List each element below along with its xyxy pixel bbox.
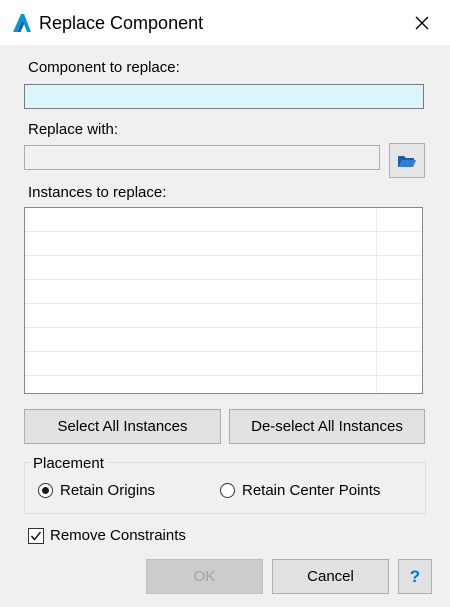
retain-center-points-radio[interactable] xyxy=(220,483,235,498)
window-title: Replace Component xyxy=(39,13,204,33)
replace-with-label: Replace with: xyxy=(28,121,119,138)
remove-constraints-checkbox[interactable] xyxy=(28,528,44,544)
list-row[interactable] xyxy=(25,280,422,304)
component-to-replace-label: Component to replace: xyxy=(28,59,180,76)
instances-to-replace-label: Instances to replace: xyxy=(28,184,167,201)
folder-open-icon xyxy=(398,156,416,167)
ok-button[interactable]: OK xyxy=(146,559,263,594)
retain-origins-radio[interactable] xyxy=(38,483,53,498)
placement-title: Placement xyxy=(30,455,107,472)
list-row[interactable] xyxy=(25,352,422,376)
help-button[interactable]: ? xyxy=(398,559,432,594)
column-divider xyxy=(376,208,377,393)
select-all-instances-button[interactable]: Select All Instances xyxy=(24,409,221,444)
deselect-all-instances-button[interactable]: De-select All Instances xyxy=(229,409,425,444)
replace-with-field[interactable] xyxy=(24,145,380,170)
list-row[interactable] xyxy=(25,304,422,328)
close-icon[interactable] xyxy=(409,10,435,36)
list-row[interactable] xyxy=(25,208,422,232)
cancel-button[interactable]: Cancel xyxy=(272,559,389,594)
browse-button[interactable] xyxy=(389,143,425,178)
list-row[interactable] xyxy=(25,328,422,352)
component-to-replace-field[interactable] xyxy=(24,84,424,109)
list-row[interactable] xyxy=(25,256,422,280)
list-row[interactable] xyxy=(25,232,422,256)
remove-constraints-label[interactable]: Remove Constraints xyxy=(50,527,186,544)
retain-origins-label[interactable]: Retain Origins xyxy=(60,482,155,499)
retain-center-points-label[interactable]: Retain Center Points xyxy=(242,482,380,499)
radio-selected-dot xyxy=(42,487,49,494)
autodesk-logo-icon xyxy=(13,14,31,32)
title-bar: Replace Component xyxy=(0,0,450,45)
checkmark-icon xyxy=(30,531,42,541)
list-row[interactable] xyxy=(25,376,422,393)
instances-list[interactable] xyxy=(24,207,423,394)
